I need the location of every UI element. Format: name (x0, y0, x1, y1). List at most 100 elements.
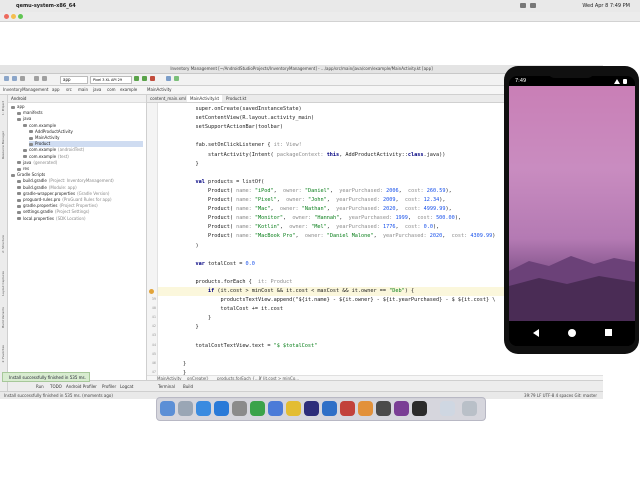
project-tool-tab[interactable]: 1: Project (1, 101, 6, 115)
tree-item[interactable]: res (17, 166, 143, 172)
layout-captures-tab[interactable]: Layout Captures (1, 271, 6, 296)
code-line[interactable]: Product( name: "Kotlin", owner: "Mel", y… (183, 223, 439, 232)
undo-icon[interactable] (34, 76, 39, 81)
phpstorm-icon[interactable] (304, 401, 319, 416)
tree-item[interactable]: build.gradle (Project: InventoryManagemen… (17, 178, 143, 184)
device-dropdown[interactable]: Pixel 3 XL API 29 (90, 76, 132, 84)
tree-item[interactable]: gradle.properties (Project Properties) (17, 203, 143, 209)
app-store-icon[interactable] (214, 401, 229, 416)
project-view-dropdown[interactable]: Android (11, 96, 26, 101)
status-right-info[interactable]: 39:79 LF UTF-8 4 spaces Git: master (524, 393, 597, 398)
system-preferences-icon[interactable] (232, 401, 247, 416)
code-line[interactable]: totalCostTextView.text = "$ $totalCost" (183, 342, 317, 351)
code-line[interactable]: } (183, 323, 198, 332)
keynote-icon[interactable] (376, 401, 391, 416)
build-variants-tab[interactable]: Build Variants (1, 307, 6, 328)
install-toast[interactable]: Install successfully finished in 535 ms. (2, 372, 90, 382)
tree-item[interactable]: AddProductActivity (29, 129, 143, 135)
xcode-icon[interactable] (268, 401, 283, 416)
nav-item[interactable]: example (120, 87, 137, 92)
code-line[interactable]: Product( name: "Monitor", owner: "Hannah… (183, 214, 461, 223)
downloads-icon[interactable] (440, 401, 455, 416)
nav-item[interactable]: src (66, 87, 72, 92)
code-line[interactable]: ) (183, 242, 198, 251)
code-line[interactable]: setContentView(R.layout.activity_main) (183, 114, 314, 123)
menubar-app-name[interactable]: qemu-system-x86_64 (16, 3, 76, 9)
wifi-icon[interactable] (520, 3, 526, 8)
code-line[interactable]: products.forEach { it: Product (183, 278, 292, 287)
profiler-tab[interactable]: Profiler (102, 384, 116, 389)
status-message[interactable]: Install successfully finished in 535 ms.… (4, 393, 113, 398)
sdk-manager-icon[interactable] (166, 76, 171, 81)
tree-item[interactable]: proguard-rules.pro (ProGuard Rules for ap… (17, 197, 143, 203)
run-config-dropdown[interactable]: app (60, 76, 88, 84)
android-studio-icon[interactable] (250, 401, 265, 416)
code-line[interactable]: super.onCreate(savedInstanceState) (183, 105, 301, 114)
tree-item[interactable]: MainActivity (29, 135, 143, 141)
terminal-tab[interactable]: Terminal (158, 384, 175, 389)
powerpoint-icon[interactable] (340, 401, 355, 416)
sync-icon[interactable] (20, 76, 25, 81)
code-line[interactable]: setSupportActionBar(toolbar) (183, 123, 282, 132)
logcat-tab[interactable]: Logcat (120, 384, 133, 389)
code-line[interactable]: Product( name: "Pixel", owner: "John", y… (183, 196, 445, 205)
code-line[interactable]: fab.setOnClickListener { it: View! (183, 141, 301, 150)
redo-icon[interactable] (42, 76, 47, 81)
nav-item[interactable]: app (52, 87, 60, 92)
tab-product[interactable]: Product.kt (223, 95, 249, 102)
nav-item[interactable]: main (78, 87, 88, 92)
code-line[interactable]: Product( name: "iPod", owner: "Daniel", … (183, 187, 452, 196)
nav-item[interactable]: MainActivity (147, 87, 172, 92)
code-line[interactable]: } (183, 360, 186, 369)
home-icon[interactable] (568, 329, 576, 337)
battery-icon[interactable] (530, 3, 536, 8)
tree-item[interactable]: com.example (androidTest) (23, 147, 143, 153)
tree-item[interactable]: manifests (17, 110, 143, 116)
code-line[interactable]: } (183, 160, 198, 169)
tree-item[interactable]: java (generated) (17, 160, 143, 166)
structure-tab[interactable]: 2: Structure (1, 235, 6, 253)
tree-item[interactable]: app (11, 104, 143, 110)
tree-item[interactable]: local.properties (SDK Location) (17, 216, 143, 222)
phone-screen[interactable]: 7:49 (509, 76, 635, 346)
word-icon[interactable] (322, 401, 337, 416)
chrome-icon[interactable] (286, 401, 301, 416)
line-gutter[interactable]: 39404142434445464748 (147, 103, 158, 383)
nav-item[interactable]: java (93, 87, 101, 92)
code-line[interactable]: Product( name: "MacBook Pro", owner: "Da… (183, 232, 495, 241)
tree-item[interactable]: Gradle Scripts (11, 172, 143, 178)
code-line[interactable]: startActivity(Intent( packageContext: th… (183, 151, 445, 160)
tree-item[interactable]: gradle-wrapper.properties (Gradle Version… (17, 191, 143, 197)
debug-icon[interactable] (142, 76, 147, 81)
build-tab[interactable]: Build (183, 384, 193, 389)
close-window-icon[interactable] (4, 14, 9, 19)
nav-item[interactable]: com (107, 87, 116, 92)
code-line[interactable]: productsTextView.append("${it.name} - ${… (183, 296, 495, 305)
emulator-icon[interactable] (394, 401, 409, 416)
code-line[interactable]: if (it.cost > minCost && it.cost < maxCo… (183, 287, 414, 296)
stop-icon[interactable] (150, 76, 155, 81)
overview-icon[interactable] (605, 329, 612, 336)
resource-manager-tab[interactable]: Resource Manager (1, 131, 6, 159)
tab-main-activity[interactable]: MainActivity.kt (187, 95, 223, 102)
safari-icon[interactable] (196, 401, 211, 416)
tree-item[interactable]: settings.gradle (Project Settings) (17, 209, 143, 215)
todo-tab[interactable]: TODO (50, 384, 62, 389)
android-profiler-tab[interactable]: Android Profiler (66, 384, 97, 389)
code-line[interactable]: val products = listOf( (183, 178, 265, 187)
open-folder-icon[interactable] (4, 76, 9, 81)
nav-item[interactable]: InventoryManagement (3, 87, 48, 92)
zoom-window-icon[interactable] (18, 14, 23, 19)
lightbulb-icon[interactable] (149, 289, 154, 294)
tab-content-main[interactable]: content_main.xml (147, 95, 189, 102)
back-icon[interactable] (533, 329, 539, 337)
run-tab[interactable]: Run (36, 384, 44, 389)
avd-manager-icon[interactable] (174, 76, 179, 81)
code-line[interactable]: totalCost += it.cost (183, 305, 282, 314)
terminal-icon[interactable] (412, 401, 427, 416)
launchpad-icon[interactable] (178, 401, 193, 416)
tree-item[interactable]: build.gradle (Module: app) (17, 185, 143, 191)
tree-item[interactable]: Product (29, 141, 143, 148)
tree-item[interactable]: com.example (23, 123, 143, 129)
run-icon[interactable] (134, 76, 139, 81)
